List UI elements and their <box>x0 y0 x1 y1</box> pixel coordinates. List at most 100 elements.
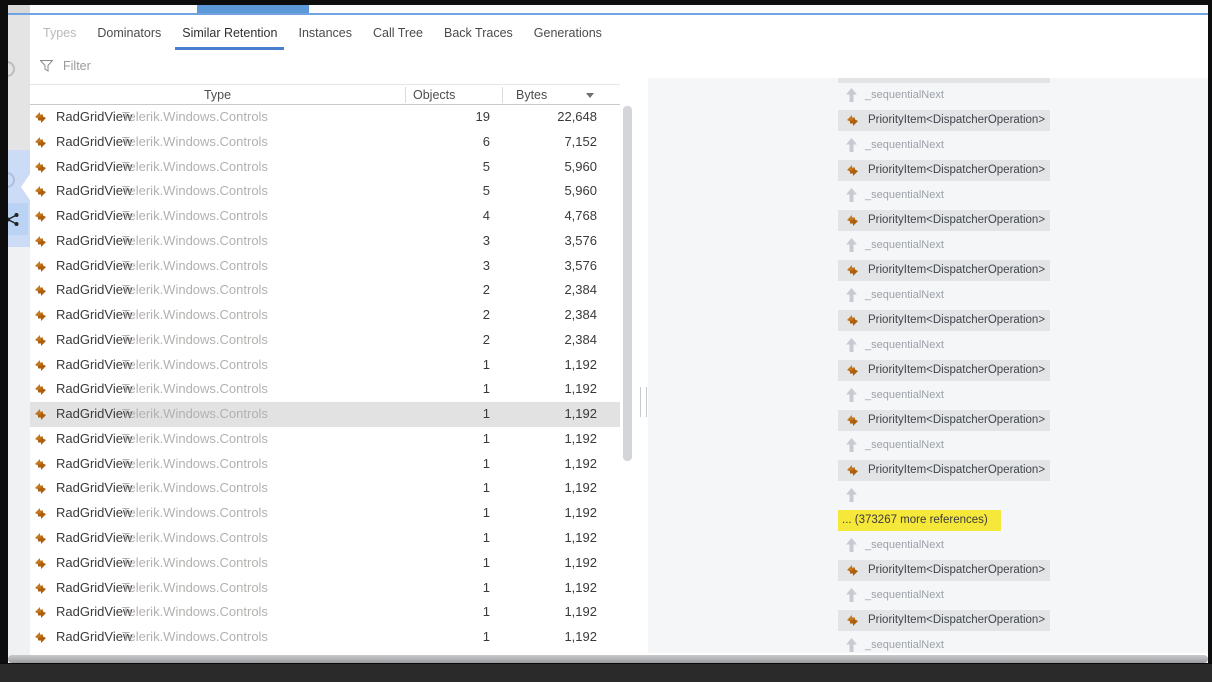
retention-node[interactable]: PriorityItem<DispatcherOperation> <box>838 110 1050 131</box>
up-arrow-icon <box>846 138 857 157</box>
table-row[interactable]: RadGridView Telerik.Windows.Controls 1 1,19… <box>30 600 620 625</box>
bytes-value: 5,960 <box>564 183 597 199</box>
objects-value: 2 <box>482 282 490 298</box>
up-arrow-icon <box>846 588 857 607</box>
reference-field-label: _sequentialNext <box>865 189 944 201</box>
retention-node[interactable]: PriorityItem<DispatcherOperation> <box>838 260 1050 281</box>
table-row[interactable]: RadGridView Telerik.Windows.Controls 5 5,96… <box>30 179 620 204</box>
retention-link-row: _sequentialNext <box>838 133 1050 158</box>
column-header-type[interactable]: Type <box>30 85 405 105</box>
table-row[interactable]: RadGridView Telerik.Windows.Controls 1 1,19… <box>30 427 620 452</box>
objects-value: 1 <box>482 554 490 570</box>
retained-type-icon <box>846 564 858 576</box>
sidebar-item-current[interactable] <box>8 150 30 247</box>
table-row[interactable]: RadGridView Telerik.Windows.Controls 2 2,38… <box>30 278 620 303</box>
column-header-objects[interactable]: Objects <box>413 85 455 105</box>
type-namespace: Telerik.Windows.Controls <box>122 183 268 199</box>
filter-bar[interactable]: Filter <box>30 53 91 79</box>
table-row[interactable]: RadGridView Telerik.Windows.Controls 2 2,38… <box>30 328 620 353</box>
table-row[interactable]: RadGridView Telerik.Windows.Controls 19 22,… <box>30 105 620 130</box>
column-divider[interactable] <box>502 87 503 103</box>
retention-node[interactable]: PriorityItem<DispatcherOperation> <box>838 160 1050 181</box>
retention-node[interactable]: PriorityItem<DispatcherOperation> <box>838 610 1050 631</box>
retention-node[interactable]: PriorityItem<DispatcherOperation> <box>838 310 1050 331</box>
bytes-value: 2,384 <box>564 307 597 323</box>
retained-type-icon <box>34 532 47 545</box>
panel-splitter-handle[interactable] <box>640 387 647 417</box>
table-row[interactable]: RadGridView Telerik.Windows.Controls 1 1,19… <box>30 452 620 477</box>
column-header-bytes[interactable]: Bytes <box>516 85 547 105</box>
table-row[interactable]: RadGridView Telerik.Windows.Controls 1 1,19… <box>30 476 620 501</box>
column-divider[interactable] <box>405 87 406 103</box>
objects-value: 1 <box>482 406 490 422</box>
table-row[interactable]: RadGridView Telerik.Windows.Controls 6 7,15… <box>30 130 620 155</box>
table-row[interactable]: RadGridView Telerik.Windows.Controls 4 4,76… <box>30 204 620 229</box>
table-row[interactable]: RadGridView Telerik.Windows.Controls 1 1,19… <box>30 402 620 427</box>
retention-node[interactable]: PriorityItem<DispatcherOperation> <box>838 460 1050 481</box>
retention-link-row: _sequentialNext <box>838 433 1050 458</box>
up-arrow-icon <box>846 538 857 557</box>
sidebar-item-previous[interactable] <box>8 15 30 150</box>
retained-type-icon <box>34 359 47 372</box>
retention-node[interactable]: PriorityItem<DispatcherOperation> <box>838 410 1050 431</box>
table-row[interactable]: RadGridView Telerik.Windows.Controls 3 3,57… <box>30 229 620 254</box>
tab-types[interactable]: Types <box>43 15 76 51</box>
table-row[interactable]: RadGridView Telerik.Windows.Controls 5 5,96… <box>30 155 620 180</box>
table-vertical-scrollbar[interactable] <box>623 106 632 461</box>
table-row[interactable]: RadGridView Telerik.Windows.Controls 1 1,19… <box>30 551 620 576</box>
retained-type-icon <box>34 383 47 396</box>
reference-field-label: _sequentialNext <box>865 89 944 101</box>
bytes-value: 3,576 <box>564 232 597 248</box>
type-name: RadGridView <box>56 109 133 124</box>
reference-field-label: _sequentialNext <box>865 589 944 601</box>
retention-link-row: _sequentialNext <box>838 383 1050 408</box>
type-name: RadGridView <box>56 133 133 149</box>
type-namespace: Telerik.Windows.Controls <box>122 257 268 273</box>
tab-call-tree[interactable]: Call Tree <box>373 15 423 51</box>
table-row[interactable]: RadGridView Telerik.Windows.Controls 1 1,19… <box>30 377 620 402</box>
objects-value: 2 <box>482 307 490 323</box>
horizontal-scrollbar[interactable] <box>8 655 1208 663</box>
tab-similar-retention[interactable]: Similar Retention <box>175 15 285 51</box>
type-namespace: Telerik.Windows.Controls <box>122 232 268 248</box>
table-row[interactable]: RadGridView Telerik.Windows.Controls 1 1,19… <box>30 625 620 650</box>
retention-node-row: PriorityItem<DispatcherOperation> <box>838 458 1050 483</box>
table-row[interactable]: RadGridView Telerik.Windows.Controls 1 1,19… <box>30 576 620 601</box>
caret-down-icon[interactable] <box>586 93 594 98</box>
retention-link-row <box>838 483 1050 508</box>
table-row[interactable]: RadGridView Telerik.Windows.Controls 3 3,57… <box>30 254 620 279</box>
tab-instances[interactable]: Instances <box>298 15 352 51</box>
tab-generations[interactable]: Generations <box>534 15 602 51</box>
table-row[interactable]: RadGridView Telerik.Windows.Controls 1 1,19… <box>30 353 620 378</box>
reference-field-label: _sequentialNext <box>865 539 944 551</box>
window-bottom-bar <box>0 663 1212 682</box>
table-row[interactable]: RadGridView Telerik.Windows.Controls 2 2,38… <box>30 303 620 328</box>
type-namespace: Telerik.Windows.Controls <box>122 307 268 323</box>
objects-value: 3 <box>482 257 490 273</box>
table-row[interactable]: RadGridView Telerik.Windows.Controls 1 1,19… <box>30 526 620 551</box>
tab-back-traces[interactable]: Back Traces <box>444 15 513 51</box>
sidebar-analysis-tab[interactable] <box>8 203 28 235</box>
type-namespace: Telerik.Windows.Controls <box>122 406 268 422</box>
retained-type-icon <box>34 507 47 520</box>
retention-node[interactable]: PriorityItem<DispatcherOperation> <box>838 360 1050 381</box>
tab-dominators[interactable]: Dominators <box>97 15 161 51</box>
objects-value: 1 <box>482 604 490 620</box>
type-namespace: Telerik.Windows.Controls <box>122 430 268 446</box>
up-arrow-icon <box>846 388 857 407</box>
more-references-highlight[interactable]: ... (373267 more references) <box>838 510 1001 531</box>
up-arrow-icon <box>846 488 857 507</box>
table-row[interactable]: RadGridView Telerik.Windows.Controls 1 1,19… <box>30 501 620 526</box>
retention-more-row: ... (373267 more references) <box>838 508 1050 533</box>
retention-link-row: _sequentialNext <box>838 83 1050 108</box>
objects-value: 5 <box>482 183 490 199</box>
retention-node[interactable]: PriorityItem<DispatcherOperation> <box>838 210 1050 231</box>
retained-type-icon <box>34 210 47 223</box>
type-name: RadGridView <box>56 208 133 224</box>
retention-node[interactable]: PriorityItem<DispatcherOperation> <box>838 560 1050 581</box>
bytes-value: 1,192 <box>564 430 597 446</box>
type-namespace: Telerik.Windows.Controls <box>122 530 268 546</box>
type-name: RadGridView <box>56 455 133 471</box>
type-namespace: Telerik.Windows.Controls <box>122 331 268 347</box>
share-graph-icon <box>8 212 19 226</box>
